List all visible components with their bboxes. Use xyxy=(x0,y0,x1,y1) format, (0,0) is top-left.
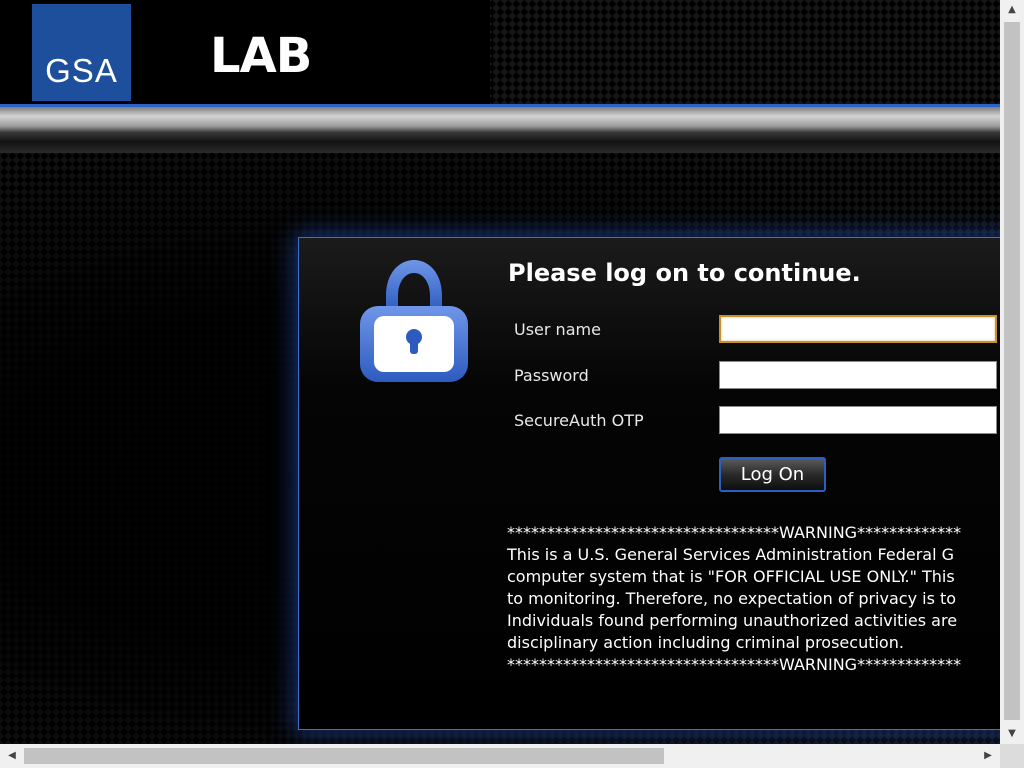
site-title: LAB xyxy=(210,28,312,84)
gsa-logo: GSA xyxy=(32,4,131,101)
scrollbar-corner xyxy=(1000,744,1024,768)
warning-line: computer system that is "FOR OFFICIAL US… xyxy=(507,567,955,586)
warning-notice: **********************************WARNIN… xyxy=(507,522,961,676)
scroll-left-arrow-icon[interactable]: ◀ xyxy=(2,744,22,768)
otp-label: SecureAuth OTP xyxy=(514,411,644,430)
vertical-scroll-thumb[interactable] xyxy=(1004,22,1020,720)
password-label: Password xyxy=(514,366,589,385)
warning-line: to monitoring. Therefore, no expectation… xyxy=(507,589,957,608)
header-nav-bar xyxy=(0,107,1000,153)
password-input[interactable] xyxy=(719,361,997,389)
horizontal-scrollbar[interactable]: ◀ ▶ xyxy=(0,744,1000,768)
warning-banner-bottom: **********************************WARNIN… xyxy=(507,655,962,674)
otp-input[interactable] xyxy=(719,406,997,434)
warning-line: This is a U.S. General Services Administ… xyxy=(507,545,955,564)
scroll-down-arrow-icon[interactable]: ▼ xyxy=(1000,724,1024,744)
log-on-button[interactable]: Log On xyxy=(719,457,826,492)
warning-line: Individuals found performing unauthorize… xyxy=(507,611,958,630)
scroll-right-arrow-icon[interactable]: ▶ xyxy=(978,744,998,768)
site-header: GSA LAB xyxy=(0,0,1000,104)
warning-line: disciplinary action including criminal p… xyxy=(507,633,904,652)
vertical-scrollbar[interactable]: ▲ ▼ xyxy=(1000,0,1024,744)
padlock-icon xyxy=(358,258,470,384)
gsa-logo-text: GSA xyxy=(45,52,118,89)
warning-banner-top: **********************************WARNIN… xyxy=(507,523,962,542)
username-label: User name xyxy=(514,320,601,339)
page-viewport: GSA LAB Please log on to continue. User … xyxy=(0,0,1000,744)
scroll-up-arrow-icon[interactable]: ▲ xyxy=(1000,0,1024,20)
username-input[interactable] xyxy=(719,315,997,343)
horizontal-scroll-thumb[interactable] xyxy=(24,748,664,764)
login-heading: Please log on to continue. xyxy=(508,259,861,287)
